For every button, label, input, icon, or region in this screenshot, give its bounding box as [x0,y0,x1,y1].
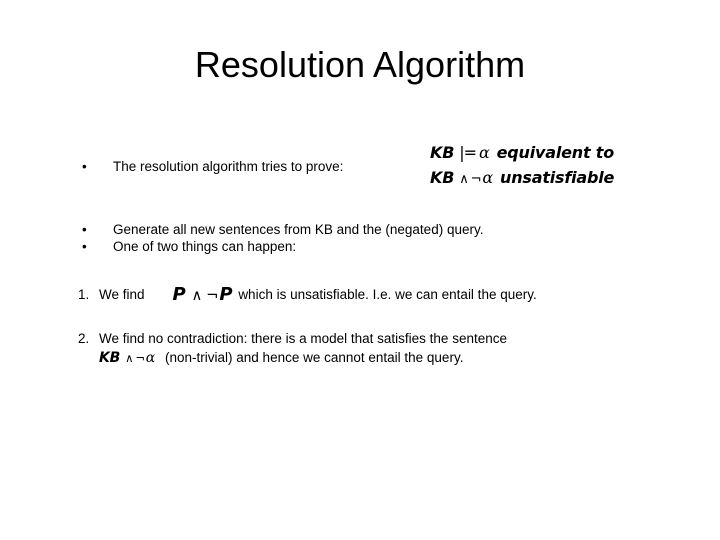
numbered-item-1-lead: We find [99,287,145,302]
numbered-item-1: 1. We find P ∧ ¬P which is unsatisfiable. I.e… [78,286,537,305]
formula-not-symbol: ¬ [206,287,219,304]
formula-line-1: KB |= α equivalent to [430,140,614,165]
bullet-label-prove: The resolution algorithm tries to prove: [113,159,344,174]
bullet-item-generate: • Generate all new sentences from KB and… [82,221,483,238]
numbered-item-2-line1: We find no contradiction: there is a mod… [99,331,507,346]
formula-p2: P [219,284,233,305]
formula-alpha-2: α [482,168,494,187]
bullet-marker-icon: • [82,239,87,254]
formula-line-2-tail: unsatisfiable [500,168,615,187]
formula-entails-symbol: |= [459,143,477,162]
formula-not-symbol: ¬ [470,172,482,187]
bullet-marker-icon: • [82,222,87,237]
bullet-label-one-of-two: One of two things can happen: [113,239,297,254]
formula-p1: P [172,284,186,305]
formula-line-1-tail: equivalent to [496,143,615,162]
numbered-item-1-label: 1. [78,287,90,302]
formula-not-symbol: ¬ [135,351,145,365]
formula-and-symbol: ∧ [125,351,134,365]
slide-canvas: Resolution Algorithm • The resolution al… [0,0,720,540]
page-title: Resolution Algorithm [194,44,526,85]
numbered-item-1-tail: which is unsatisfiable. I.e. we can enta… [238,287,537,302]
formula-kb-2: KB [430,168,455,187]
formula-line-2: KB ∧ ¬α unsatisfiable [430,165,614,192]
formula-kb: KB [430,143,455,162]
contradiction-formula: P ∧ ¬P [167,286,239,305]
bullet-marker-icon: • [82,159,87,174]
formula-and-symbol: ∧ [191,287,203,304]
numbered-item-2-tail: (non-trivial) and hence we cannot entail… [165,350,464,365]
numbered-item-2: 2. We find no contradiction: there is a m… [78,330,507,367]
bullet-item-one-of-two: • One of two things can happen: [82,238,296,255]
entailment-formula: KB |= α equivalent to KB ∧ ¬α unsatisfiable [430,140,614,192]
kb-negated-alpha-formula: KB ∧ ¬α [99,349,165,367]
bullet-item-prove: • The resolution algorithm tries to prov… [82,158,343,175]
numbered-item-2-label: 2. [78,331,90,346]
numbered-item-2-line2: KB ∧ ¬α (non-trivial) and hence we cannot e… [78,349,507,367]
bullet-label-generate: Generate all new sentences from KB and t… [113,222,484,237]
formula-kb-3: KB [99,350,121,366]
formula-alpha-3: α [145,350,156,366]
formula-alpha: α [479,143,490,162]
formula-and-symbol: ∧ [459,172,469,187]
